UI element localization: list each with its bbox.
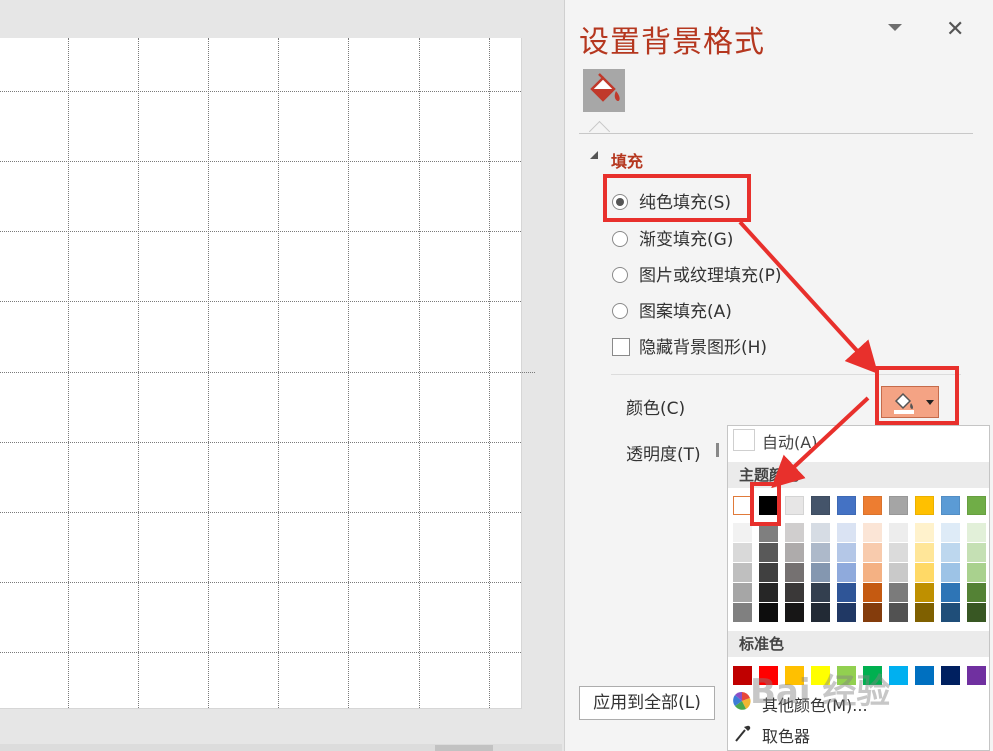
theme-shade-swatch[interactable] — [889, 563, 908, 582]
theme-shade-swatch[interactable] — [785, 543, 804, 562]
fill-section-title[interactable]: 填充 — [611, 148, 643, 172]
theme-shade-swatch[interactable] — [785, 563, 804, 582]
eyedropper-icon[interactable] — [733, 723, 751, 743]
grid-line — [0, 161, 521, 162]
color-wheel-icon[interactable] — [733, 691, 751, 710]
checkbox-icon[interactable] — [612, 338, 630, 356]
arrow-to-color-button — [738, 220, 879, 374]
theme-shade-swatch[interactable] — [941, 563, 960, 582]
theme-shade-swatch[interactable] — [941, 523, 960, 542]
theme-shade-swatch[interactable] — [915, 523, 934, 542]
theme-shade-swatch[interactable] — [941, 583, 960, 602]
standard-color-swatch[interactable] — [941, 666, 960, 685]
grid-line — [0, 91, 521, 92]
theme-shade-swatch[interactable] — [811, 563, 830, 582]
arrow-to-black-swatch — [771, 396, 870, 489]
fill-tab-button[interactable] — [583, 69, 625, 112]
standard-color-swatch[interactable] — [889, 666, 908, 685]
theme-shade-swatch[interactable] — [863, 583, 882, 602]
radio-icon[interactable] — [612, 303, 628, 319]
theme-shade-swatch[interactable] — [915, 583, 934, 602]
pane-title: 设置背景格式 — [579, 25, 765, 60]
grid-line — [208, 38, 209, 708]
grid-line — [278, 38, 279, 708]
theme-shade-swatch[interactable] — [889, 523, 908, 542]
theme-shade-swatch[interactable] — [785, 583, 804, 602]
theme-shade-swatch[interactable] — [967, 563, 986, 582]
grid-line — [138, 38, 139, 708]
grid-line — [419, 38, 420, 708]
theme-shade-swatch[interactable] — [837, 563, 856, 582]
grid-line — [0, 512, 521, 513]
color-wheel-svg — [733, 691, 751, 710]
horizontal-scrollbar-thumb[interactable] — [435, 745, 493, 751]
theme-shade-swatch[interactable] — [733, 543, 752, 562]
theme-shade-swatch[interactable] — [863, 603, 882, 622]
theme-shade-swatch[interactable] — [811, 583, 830, 602]
theme-shade-swatch[interactable] — [889, 603, 908, 622]
radio-icon[interactable] — [612, 267, 628, 283]
theme-shade-swatch[interactable] — [785, 523, 804, 542]
theme-shade-swatch[interactable] — [759, 563, 778, 582]
standard-colors-header: 标准色 — [728, 631, 989, 657]
grid-line — [0, 652, 521, 653]
slide-canvas[interactable] — [0, 38, 535, 709]
guide-line — [0, 372, 535, 373]
theme-shade-swatch[interactable] — [889, 543, 908, 562]
grid-line — [0, 582, 521, 583]
eyedropper-svg — [735, 725, 751, 742]
theme-shade-swatch[interactable] — [915, 603, 934, 622]
paint-bucket-icon — [590, 73, 620, 102]
theme-shade-swatch[interactable] — [941, 543, 960, 562]
theme-shade-swatch[interactable] — [837, 543, 856, 562]
eyedropper-item[interactable]: 取色器 — [762, 723, 810, 747]
theme-shade-swatch[interactable] — [733, 563, 752, 582]
radio-icon[interactable] — [612, 231, 628, 247]
theme-shade-swatch[interactable] — [967, 523, 986, 542]
theme-shade-swatch[interactable] — [915, 543, 934, 562]
theme-shade-swatch[interactable] — [967, 603, 986, 622]
tab-divider — [579, 133, 973, 134]
theme-shade-swatch[interactable] — [785, 603, 804, 622]
theme-shade-swatch[interactable] — [733, 603, 752, 622]
theme-shade-swatch[interactable] — [941, 603, 960, 622]
standard-color-swatch[interactable] — [967, 666, 986, 685]
theme-shade-swatch[interactable] — [863, 543, 882, 562]
color-label: 颜色(C) — [626, 399, 686, 419]
theme-shade-swatch[interactable] — [837, 603, 856, 622]
pane-options-chevron-icon[interactable] — [888, 24, 902, 31]
theme-shade-swatch[interactable] — [889, 583, 908, 602]
grid-line — [0, 231, 521, 232]
annotation-arrows — [738, 220, 879, 489]
theme-shade-swatch[interactable] — [811, 523, 830, 542]
transparency-label: 透明度(T) — [626, 445, 701, 465]
standard-color-swatch[interactable] — [915, 666, 934, 685]
baidu-watermark: Bai 经验 — [750, 672, 891, 712]
theme-shade-swatch[interactable] — [811, 603, 830, 622]
collapse-caret-icon[interactable] — [590, 151, 598, 159]
grid-line — [489, 38, 490, 708]
theme-shade-swatch[interactable] — [837, 523, 856, 542]
theme-shade-swatch[interactable] — [863, 523, 882, 542]
theme-shade-swatch[interactable] — [733, 583, 752, 602]
theme-shade-swatch[interactable] — [915, 563, 934, 582]
grid-line — [68, 38, 69, 708]
theme-shade-swatch[interactable] — [759, 583, 778, 602]
theme-color-swatch[interactable] — [967, 496, 986, 515]
apply-to-all-button[interactable]: 应用到全部(L) — [579, 686, 715, 720]
grid-line — [0, 301, 521, 302]
theme-shade-swatch[interactable] — [967, 583, 986, 602]
close-icon[interactable]: ✕ — [946, 17, 964, 42]
grid-line — [348, 38, 349, 708]
theme-shade-swatch[interactable] — [759, 543, 778, 562]
grid-line — [0, 442, 521, 443]
theme-shade-swatch[interactable] — [759, 603, 778, 622]
theme-shade-swatch[interactable] — [863, 563, 882, 582]
theme-shade-swatch[interactable] — [967, 543, 986, 562]
theme-shade-swatch[interactable] — [811, 543, 830, 562]
theme-shade-swatch[interactable] — [837, 583, 856, 602]
